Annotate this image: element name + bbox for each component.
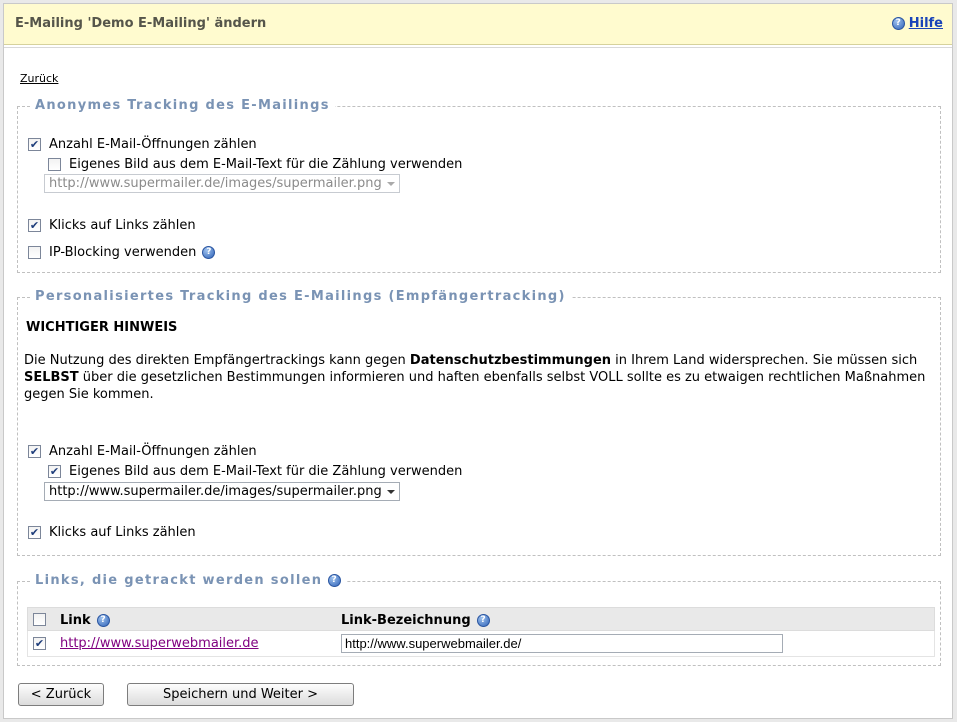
col-link-help-icon[interactable]: ?	[96, 614, 110, 627]
chevron-down-icon	[387, 182, 395, 186]
row-name-input[interactable]	[341, 634, 783, 653]
pers-count-opens-row[interactable]: ✔ Anzahl E-Mail-Öffnungen zählen	[28, 444, 257, 459]
anonymous-tracking-legend: Anonymes Tracking des E-Mailings	[30, 98, 335, 113]
anon-count-opens-row[interactable]: ✔ Anzahl E-Mail-Öffnungen zählen	[28, 137, 257, 152]
anon-count-opens-label: Anzahl E-Mail-Öffnungen zählen	[49, 137, 257, 152]
pers-count-clicks-row[interactable]: ✔ Klicks auf Links zählen	[28, 525, 196, 540]
anon-count-clicks-label: Klicks auf Links zählen	[49, 218, 196, 233]
ip-blocking-checkbox[interactable]	[28, 246, 41, 259]
help-link[interactable]: ? Hilfe	[891, 16, 943, 31]
pers-image-select-value: http://www.supermailer.de/images/superma…	[49, 484, 382, 499]
row-link[interactable]: http://www.superwebmailer.de	[60, 636, 259, 651]
links-help-icon[interactable]: ?	[328, 574, 342, 587]
back-link[interactable]: Zurück	[20, 72, 58, 85]
ip-blocking-help-icon[interactable]: ?	[202, 246, 216, 259]
anon-image-select[interactable]: http://www.supermailer.de/images/superma…	[44, 174, 400, 193]
anon-count-opens-checkbox[interactable]: ✔	[28, 138, 41, 151]
pers-own-image-label: Eigenes Bild aus dem E-Mail-Text für die…	[69, 464, 463, 479]
help-icon[interactable]: ?	[891, 17, 905, 30]
links-table-header: Link ? Link-Bezeichnung ?	[27, 607, 935, 631]
pers-count-opens-label: Anzahl E-Mail-Öffnungen zählen	[49, 444, 257, 459]
help-label[interactable]: Hilfe	[909, 16, 943, 31]
select-all-checkbox[interactable]	[33, 613, 46, 626]
col-name-header: Link-Bezeichnung ?	[341, 613, 490, 628]
page-title: E-Mailing 'Demo E-Mailing' ändern	[15, 16, 267, 31]
col-link-header: Link ?	[60, 613, 110, 628]
col-link-label: Link	[60, 613, 91, 628]
anonymous-tracking-fieldset: Anonymes Tracking des E-Mailings ✔ Anzah…	[17, 98, 941, 273]
ip-blocking-row[interactable]: IP-Blocking verwenden ?	[28, 245, 216, 260]
pers-own-image-checkbox[interactable]: ✔	[48, 465, 61, 478]
anon-count-clicks-row[interactable]: ✔ Klicks auf Links zählen	[28, 218, 196, 233]
header-divider	[4, 47, 952, 48]
save-next-button[interactable]: Speichern und Weiter >	[127, 683, 354, 706]
pers-count-opens-checkbox[interactable]: ✔	[28, 445, 41, 458]
personal-tracking-legend: Personalisiertes Tracking des E-Mailings…	[30, 289, 571, 304]
col-name-label: Link-Bezeichnung	[341, 613, 471, 628]
links-legend: Links, die getrackt werden sollen ?	[30, 573, 347, 588]
anon-count-clicks-checkbox[interactable]: ✔	[28, 219, 41, 232]
links-fieldset: Links, die getrackt werden sollen ? Link…	[17, 573, 941, 666]
pers-image-select[interactable]: http://www.supermailer.de/images/superma…	[44, 482, 400, 501]
back-button[interactable]: < Zurück	[18, 683, 104, 706]
pers-own-image-row[interactable]: ✔ Eigenes Bild aus dem E-Mail-Text für d…	[48, 464, 462, 479]
pers-count-clicks-checkbox[interactable]: ✔	[28, 526, 41, 539]
ip-blocking-label: IP-Blocking verwenden	[49, 245, 197, 260]
links-legend-label: Links, die getrackt werden sollen	[35, 573, 323, 588]
anon-own-image-row[interactable]: Eigenes Bild aus dem E-Mail-Text für die…	[48, 157, 462, 172]
page-frame: E-Mailing 'Demo E-Mailing' ändern ? Hilf…	[3, 3, 953, 719]
pers-count-clicks-label: Klicks auf Links zählen	[49, 525, 196, 540]
col-name-help-icon[interactable]: ?	[476, 614, 490, 627]
notice-title: WICHTIGER HINWEIS	[26, 320, 178, 335]
anon-own-image-label: Eigenes Bild aus dem E-Mail-Text für die…	[69, 157, 463, 172]
notice-text: Die Nutzung des direkten Empfängertracki…	[24, 353, 926, 402]
chevron-down-icon	[387, 490, 395, 494]
personal-tracking-fieldset: Personalisiertes Tracking des E-Mailings…	[17, 289, 941, 556]
row-checkbox[interactable]: ✔	[33, 637, 46, 650]
table-row: ✔ http://www.superwebmailer.de	[27, 631, 935, 657]
anon-own-image-checkbox[interactable]	[48, 158, 61, 171]
anon-image-select-value: http://www.supermailer.de/images/superma…	[49, 176, 382, 191]
page-header: E-Mailing 'Demo E-Mailing' ändern ? Hilf…	[4, 4, 952, 45]
